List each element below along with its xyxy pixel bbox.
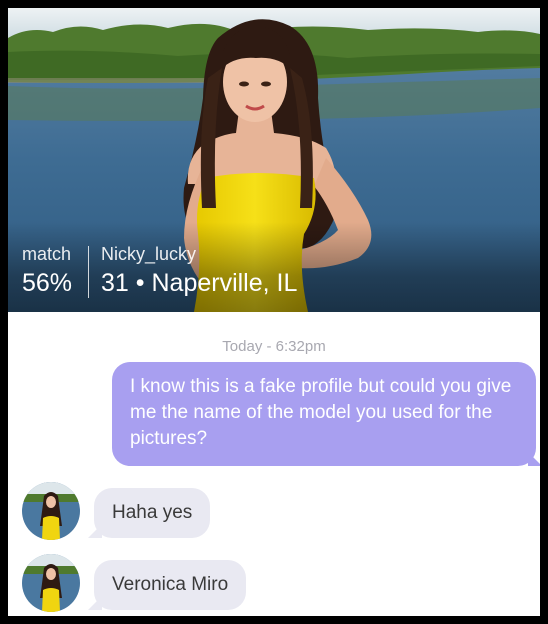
- match-value: 56%: [22, 269, 73, 297]
- incoming-message-text: Veronica Miro: [112, 574, 229, 595]
- incoming-message[interactable]: Veronica Miro: [88, 560, 247, 610]
- chat-thread[interactable]: Today - 6:32pm I know this is a fake pro…: [8, 312, 540, 616]
- bubble-tail: [88, 524, 102, 538]
- outgoing-message[interactable]: I know this is a fake profile but could …: [112, 362, 540, 466]
- incoming-message[interactable]: Haha yes: [88, 488, 211, 538]
- sender-avatar[interactable]: [22, 482, 80, 540]
- outgoing-message-text: I know this is a fake profile but could …: [130, 376, 512, 449]
- profile-age-location: 31 • Naperville, IL: [101, 269, 297, 298]
- incoming-message-text: Haha yes: [112, 502, 193, 523]
- profile-username[interactable]: Nicky_lucky: [101, 244, 297, 265]
- info-divider: [88, 246, 89, 298]
- profile-age: 31: [101, 269, 129, 297]
- avatar-icon: [22, 482, 80, 540]
- sender-avatar[interactable]: [22, 554, 80, 612]
- profile-photo[interactable]: match 56% Nicky_lucky 31 • Naperville, I…: [8, 8, 540, 312]
- avatar-icon: [22, 554, 80, 612]
- bubble-tail: [528, 452, 540, 466]
- profile-location: Naperville, IL: [151, 269, 298, 297]
- bubble-tail: [88, 596, 102, 610]
- profile-info: Nicky_lucky 31 • Naperville, IL: [101, 244, 297, 298]
- match-label: match: [22, 244, 72, 264]
- message-timestamp: Today - 6:32pm: [222, 338, 326, 355]
- profile-separator: •: [135, 269, 145, 297]
- screenshot-frame: match 56% Nicky_lucky 31 • Naperville, I…: [8, 8, 540, 616]
- match-score: match 56%: [22, 244, 72, 298]
